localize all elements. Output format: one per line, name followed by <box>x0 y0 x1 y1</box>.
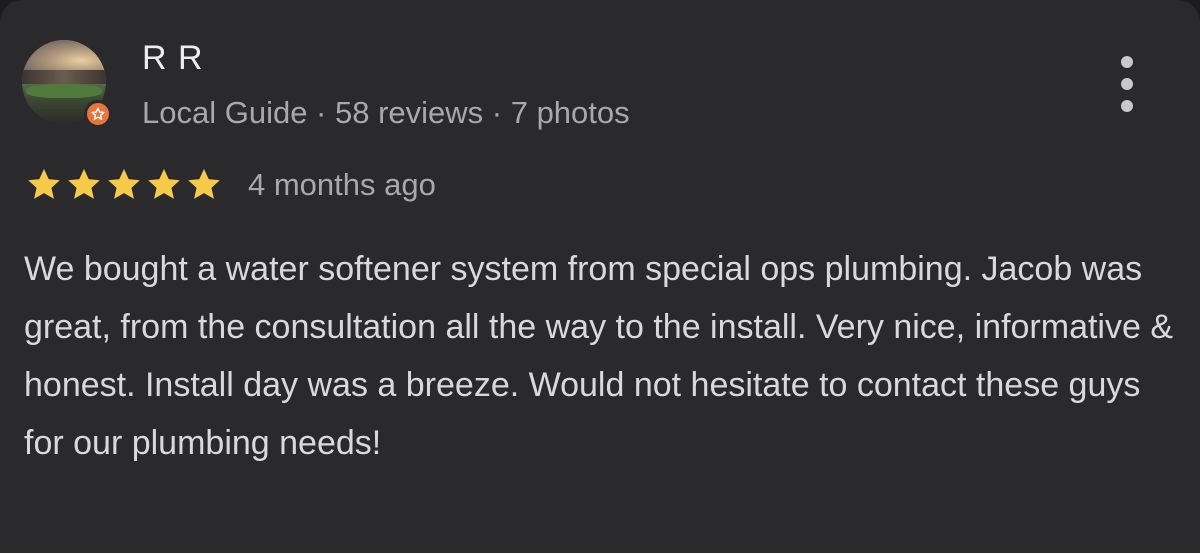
star-rating <box>24 166 224 204</box>
author-avatar-container[interactable] <box>22 40 112 128</box>
more-vert-icon-dot <box>1121 100 1133 112</box>
star-icon <box>108 168 140 199</box>
star-icon <box>188 168 220 199</box>
more-vert-icon <box>1121 56 1133 68</box>
avatar-stands <box>22 70 106 84</box>
author-name[interactable]: R R <box>142 38 204 78</box>
star-icon <box>148 168 180 199</box>
review-time: 4 months ago <box>248 167 436 202</box>
avatar-sky <box>22 40 106 74</box>
more-vert-icon-dot <box>1121 78 1133 90</box>
author-meta: Local Guide · 58 reviews · 7 photos <box>142 95 630 130</box>
local-guide-badge-icon <box>84 100 112 128</box>
review-card: R R Local Guide · 58 reviews · 7 photos … <box>0 0 1200 553</box>
avatar-field <box>26 84 102 98</box>
star-icon <box>68 168 100 199</box>
more-options-button[interactable] <box>1112 56 1142 112</box>
review-text: We bought a water softener system from s… <box>24 250 1174 462</box>
star-icon <box>28 168 60 199</box>
local-guide-star-icon <box>91 107 105 120</box>
